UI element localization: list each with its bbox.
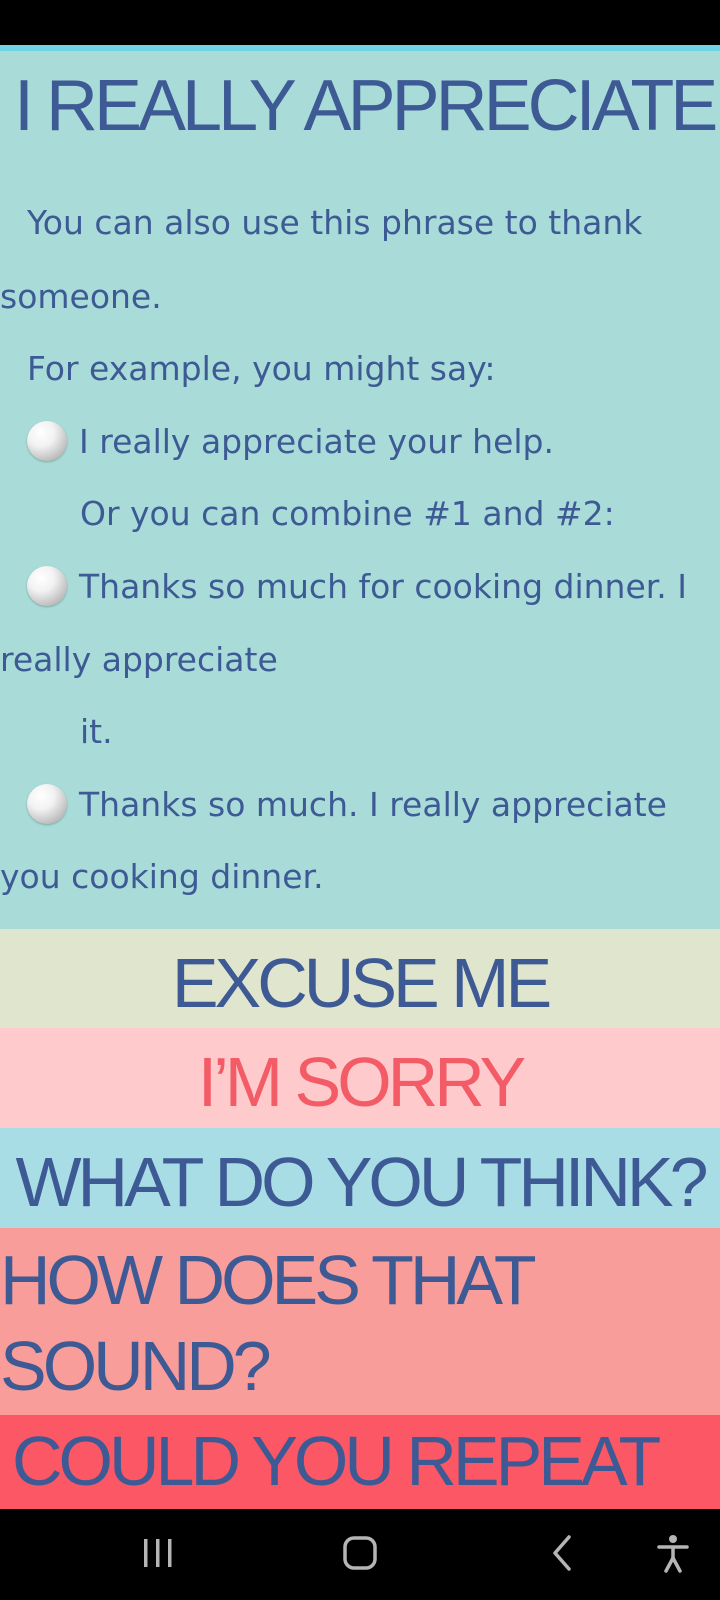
example-line: I really appreciate your help. [79, 422, 554, 461]
example-line: you cooking dinner. [0, 857, 324, 896]
pearl-bullet-icon [27, 421, 67, 461]
section-i-really-appreciate: I REALLY APPRECIATE... You can also use … [0, 51, 720, 929]
home-icon[interactable] [340, 1531, 380, 1575]
recent-apps-icon[interactable] [140, 1531, 180, 1575]
example-line: really appreciate [0, 640, 278, 679]
status-bar [0, 0, 720, 45]
section-title-what-do-you-think: WHAT DO YOU THINK? [15, 1143, 708, 1221]
section-what-do-you-think[interactable]: WHAT DO YOU THINK? [0, 1128, 720, 1228]
section-title-could-you-repeat: COULD YOU REPEAT [12, 1422, 661, 1500]
body-line: someone. [0, 277, 162, 316]
pearl-bullet-icon [27, 566, 67, 606]
section-title-how-does-that-sound-line1: HOW DOES THAT [0, 1241, 537, 1319]
section-title-how-does-that-sound-line2: SOUND? [0, 1327, 272, 1405]
body-line: Or you can combine #1 and #2: [80, 494, 615, 533]
section-im-sorry[interactable]: I’M SORRY [0, 1028, 720, 1128]
section-title-excuse-me: EXCUSE ME [171, 944, 552, 1022]
section-title-appreciate[interactable]: I REALLY APPRECIATE... [14, 65, 720, 147]
section-how-does-that-sound[interactable]: HOW DOES THAT SOUND? [0, 1228, 720, 1415]
section-excuse-me[interactable]: EXCUSE ME [0, 929, 720, 1028]
pearl-bullet-icon [27, 784, 67, 824]
example-line: Thanks so much for cooking dinner. I [79, 567, 688, 606]
example-line: it. [80, 712, 113, 751]
system-navigation-bar [0, 1509, 720, 1600]
section-could-you-repeat[interactable]: COULD YOU REPEAT [0, 1415, 720, 1509]
body-line: You can also use this phrase to thank [27, 203, 643, 242]
accessibility-icon[interactable] [653, 1531, 693, 1575]
body-line: For example, you might say: [27, 349, 496, 388]
back-icon[interactable] [545, 1531, 579, 1575]
section-title-im-sorry: I’M SORRY [197, 1043, 526, 1121]
example-line: Thanks so much. I really appreciate [79, 785, 667, 824]
